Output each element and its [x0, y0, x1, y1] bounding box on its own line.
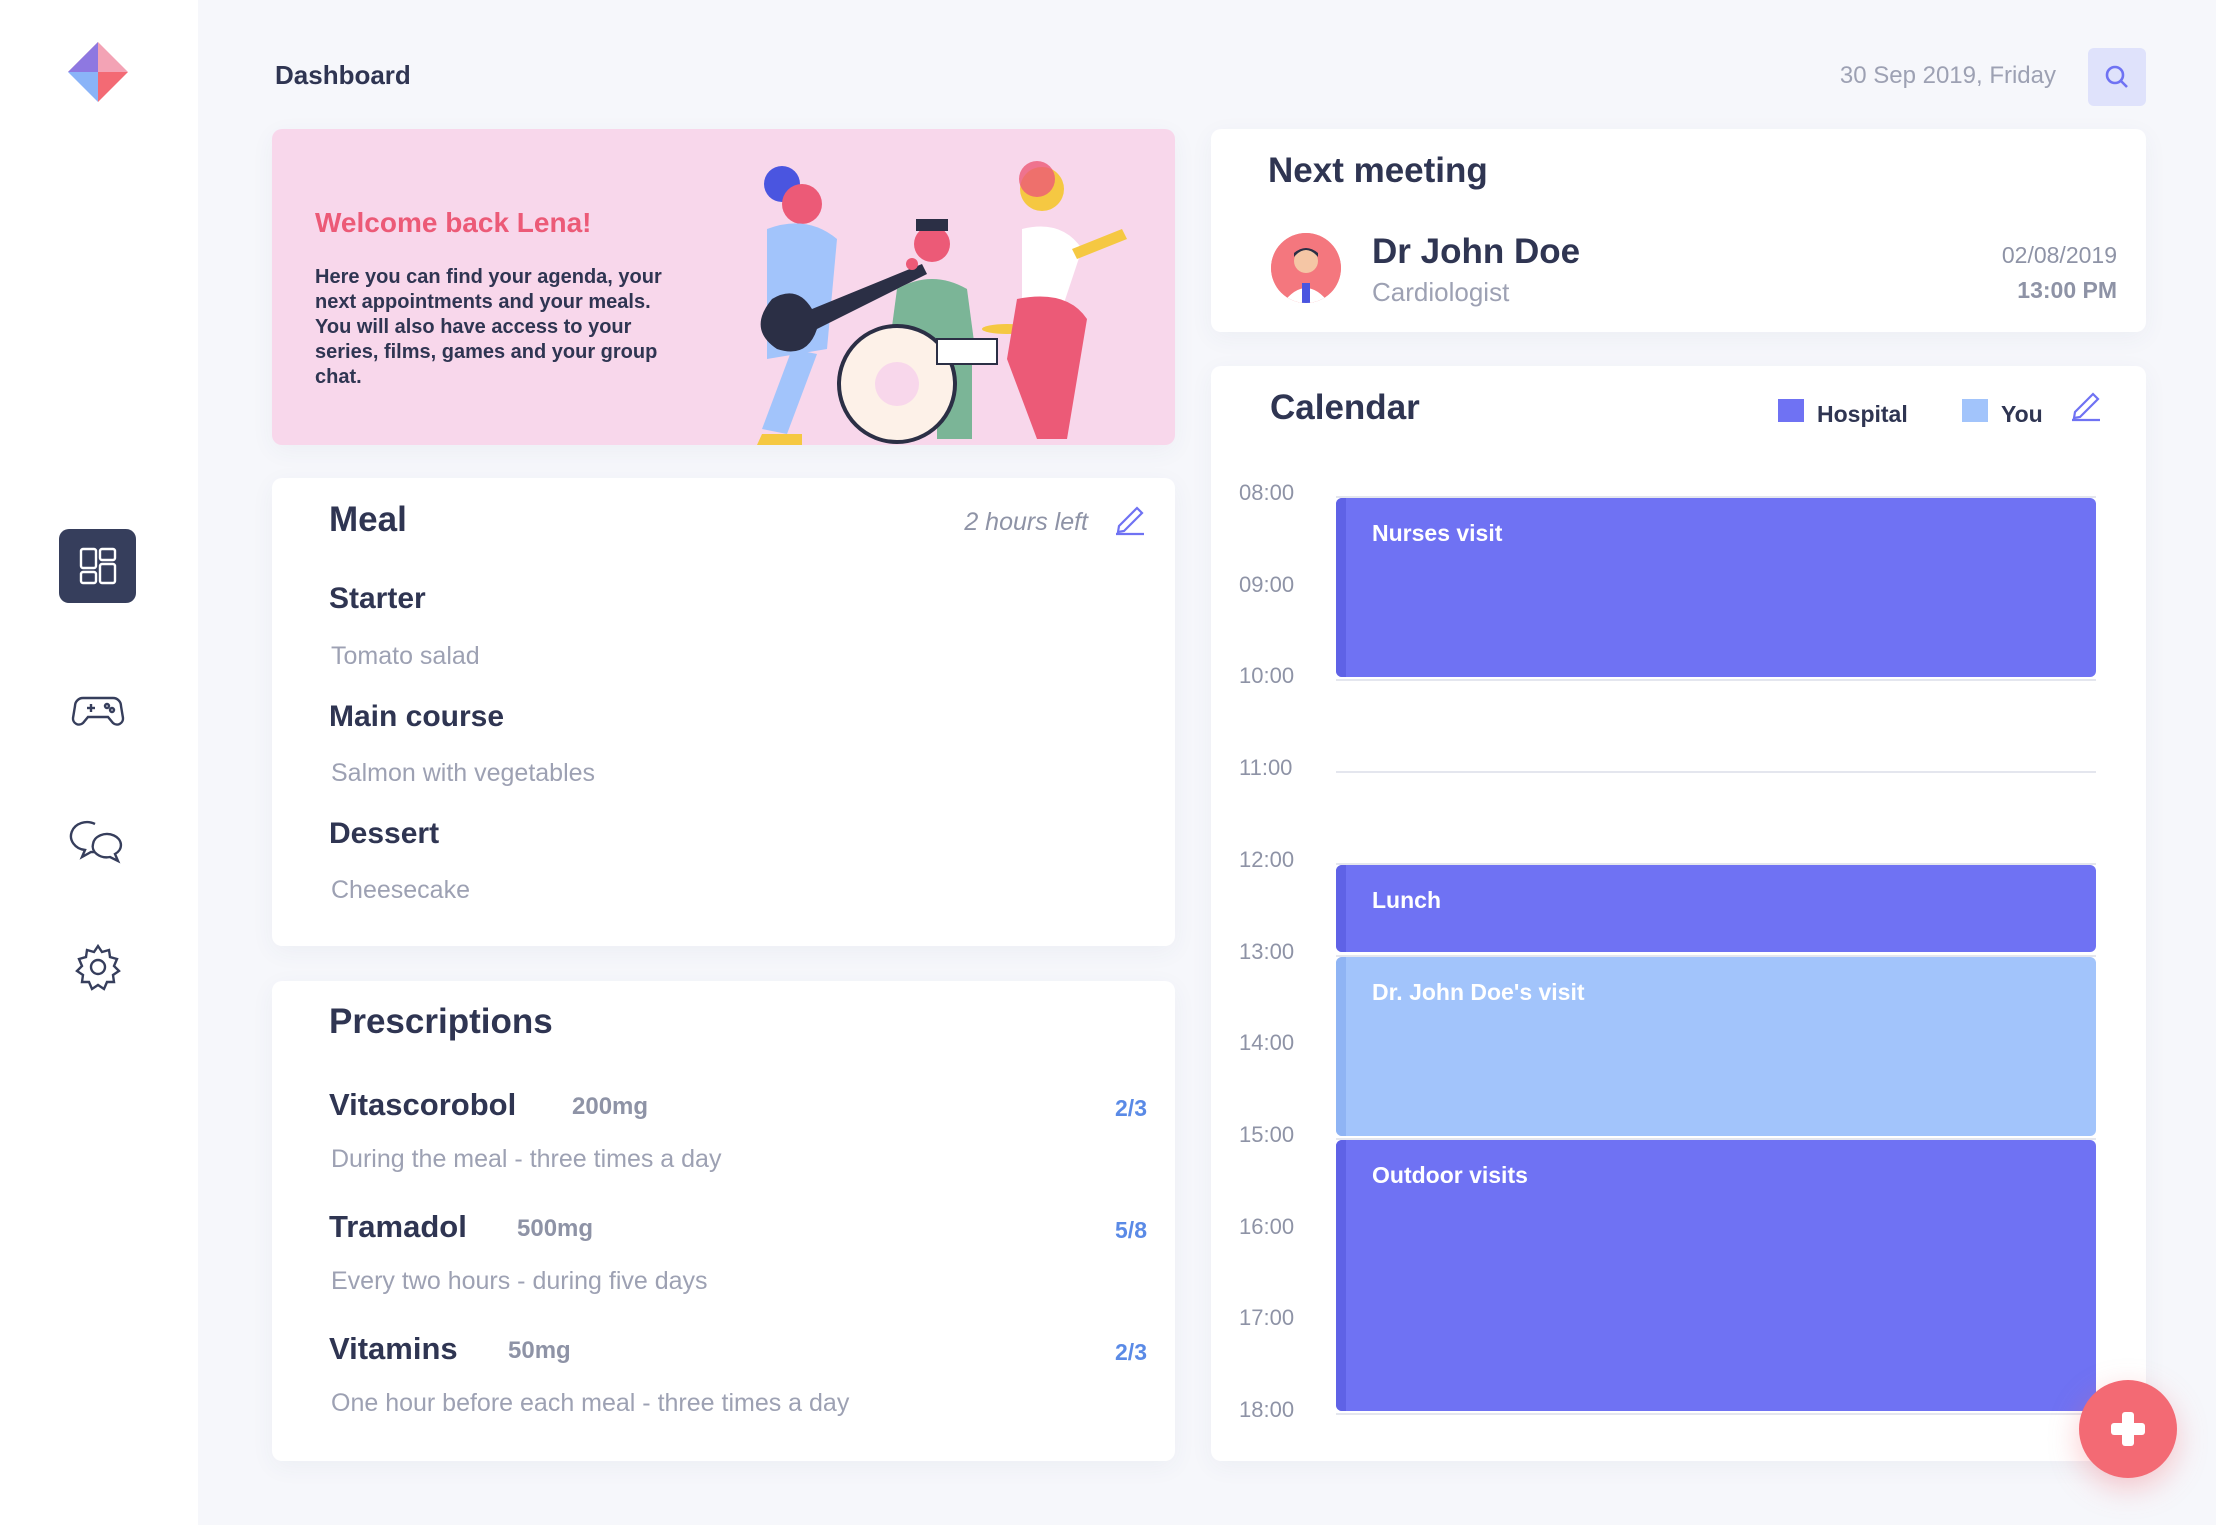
- meeting-time: 13:00 PM: [2017, 277, 2117, 303]
- calendar-title: Calendar: [1270, 388, 1420, 427]
- event-color-bar: [1336, 864, 1346, 953]
- calendar-edit-icon[interactable]: [2069, 388, 2103, 422]
- sidebar-item-dashboard[interactable]: [59, 529, 136, 603]
- doctor-role: Cardiologist: [1372, 277, 1510, 307]
- hour-line: [1336, 771, 2096, 774]
- event-color-bar: [1336, 498, 1346, 678]
- hour-label: 08:00: [1239, 480, 1295, 505]
- hour-label: 15:00: [1239, 1121, 1295, 1147]
- welcome-banner: Welcome back Lena! Here you can find you…: [272, 129, 1175, 445]
- prescriptions-title: Prescriptions: [329, 1002, 553, 1041]
- meal-edit-icon[interactable]: [1113, 502, 1147, 536]
- drug-name: Vitascorobol: [329, 1087, 517, 1122]
- meal-card: Meal 2 hours left Starter Tomato salad M…: [272, 478, 1175, 946]
- gear-icon: [74, 943, 121, 991]
- calendar-event[interactable]: Nurses visit: [1336, 498, 2096, 678]
- drug-dose: 500mg: [517, 1215, 594, 1242]
- drug-name: Vitamins: [329, 1331, 458, 1366]
- chat-icon: [69, 820, 122, 864]
- next-meeting-card[interactable]: Next meeting Dr John Doe Cardiologist 02…: [1211, 129, 2146, 332]
- event-label: Lunch: [1372, 886, 1441, 913]
- course-value-dessert: Cheesecake: [331, 876, 470, 904]
- page-title: Dashboard: [275, 60, 411, 90]
- drug-desc: During the meal - three times a day: [331, 1145, 722, 1173]
- current-date: 30 Sep 2019, Friday: [1839, 62, 2056, 89]
- course-label-dessert: Dessert: [329, 817, 440, 850]
- hour-label: 11:00: [1239, 755, 1293, 781]
- hour-line: [1336, 1413, 2096, 1415]
- welcome-title: Welcome back Lena!: [315, 207, 592, 238]
- drug-dose: 50mg: [508, 1337, 571, 1364]
- hour-label: 13:00: [1239, 938, 1295, 964]
- plus-icon: [2111, 1412, 2145, 1446]
- event-label: Dr. John Doe's visit: [1372, 978, 1585, 1005]
- hour-label: 10:00: [1239, 663, 1295, 689]
- drug-count: 2/3: [1115, 1339, 1147, 1365]
- drug-dose: 200mg: [572, 1093, 649, 1120]
- event-color-bar: [1336, 956, 1346, 1136]
- calendar-event[interactable]: Lunch: [1336, 864, 2096, 953]
- sidebar-item-games[interactable]: [59, 672, 136, 746]
- doctor-avatar-image: [1271, 233, 1341, 303]
- hour-label: 12:00: [1239, 846, 1295, 872]
- sidebar-item-settings[interactable]: [59, 930, 136, 1004]
- event-label: Outdoor visits: [1372, 1161, 1528, 1188]
- doctor-avatar: [1271, 233, 1341, 303]
- course-label-main: Main course: [329, 700, 505, 733]
- band-illustration: [757, 161, 1127, 445]
- add-button[interactable]: [2079, 1380, 2177, 1478]
- hour-label: 14:00: [1239, 1030, 1295, 1056]
- drug-count: 5/8: [1115, 1217, 1147, 1243]
- app-logo: [68, 42, 128, 102]
- drug-desc: One hour before each meal - three times …: [331, 1389, 850, 1417]
- dashboard-icon: [79, 547, 116, 585]
- legend-label-hospital: Hospital: [1817, 401, 1908, 427]
- legend-swatch-hospital: [1778, 399, 1804, 422]
- search-icon: [2105, 65, 2128, 88]
- drug-desc: Every two hours - during five days: [331, 1267, 708, 1295]
- calendar-event[interactable]: Outdoor visits: [1336, 1139, 2096, 1411]
- calendar-event[interactable]: Dr. John Doe's visit: [1336, 956, 2096, 1136]
- hour-label: 09:00: [1239, 571, 1295, 597]
- legend-swatch-you: [1962, 399, 1988, 422]
- legend-label-you: You: [2001, 401, 2043, 427]
- hour-label: 18:00: [1239, 1397, 1295, 1422]
- hour-line: [1336, 679, 2096, 682]
- meeting-title: Next meeting: [1268, 151, 1488, 190]
- sidebar: [0, 0, 198, 1525]
- sidebar-item-chat[interactable]: [59, 806, 136, 880]
- meeting-date: 02/08/2019: [2001, 242, 2117, 268]
- welcome-text: Here you can find your agenda, your next…: [315, 266, 662, 388]
- prescriptions-card: Prescriptions Vitascorobol 200mg 2/3 Dur…: [272, 981, 1175, 1461]
- meal-title: Meal: [329, 500, 407, 539]
- course-label-starter: Starter: [329, 582, 426, 615]
- drug-name: Tramadol: [329, 1209, 467, 1244]
- meal-time-left: 2 hours left: [964, 508, 1088, 536]
- drug-count: 2/3: [1115, 1095, 1147, 1121]
- event-color-bar: [1336, 1139, 1346, 1411]
- course-value-main: Salmon with vegetables: [331, 759, 596, 787]
- search-button[interactable]: [2088, 48, 2146, 106]
- event-label: Nurses visit: [1372, 520, 1503, 546]
- calendar-card: Calendar Hospital You 08:00 09:00 10:00 11:…: [1211, 366, 2146, 1461]
- course-value-starter: Tomato salad: [331, 642, 480, 670]
- hour-label: 17:00: [1239, 1305, 1295, 1331]
- gamepad-icon: [71, 696, 124, 726]
- hour-label: 16:00: [1239, 1213, 1295, 1239]
- doctor-name: Dr John Doe: [1372, 232, 1581, 271]
